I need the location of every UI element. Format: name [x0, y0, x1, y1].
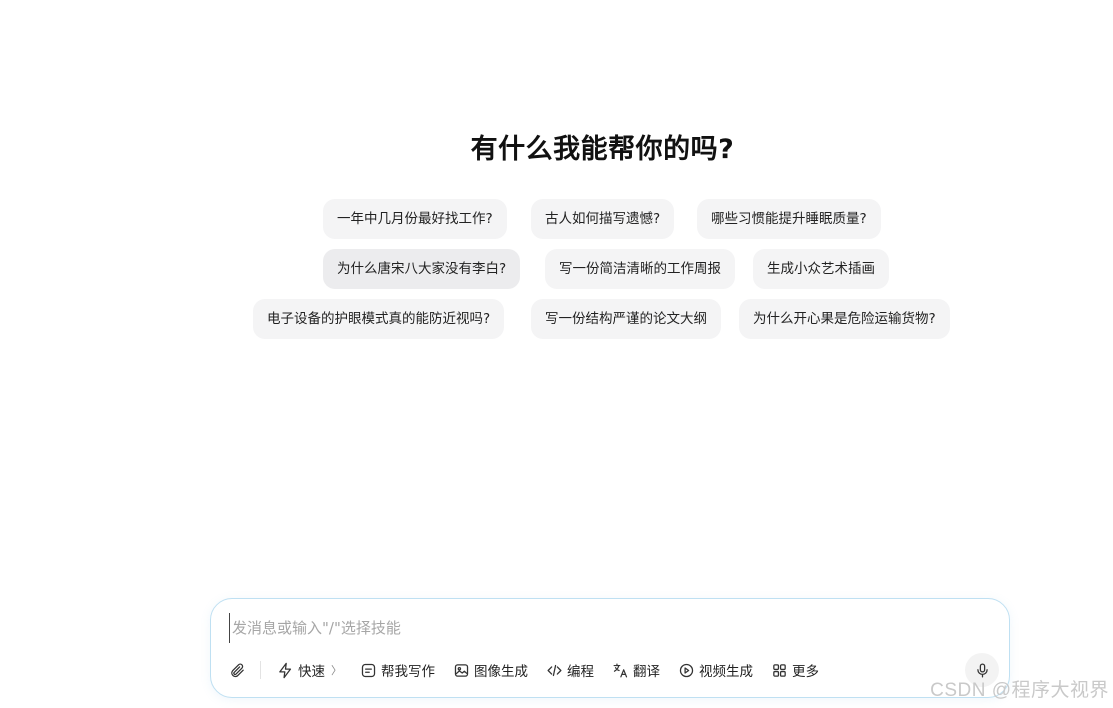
pen-box-icon: [361, 663, 376, 677]
video-generation-label: 视频生成: [699, 664, 753, 680]
writing-label: 帮我写作: [381, 664, 435, 680]
message-input[interactable]: [229, 613, 954, 643]
grid-icon: [773, 663, 786, 677]
more-label: 更多: [792, 664, 819, 680]
chevron-right-icon: 〉: [331, 664, 342, 677]
chat-home: 有什么我能帮你的吗? 一年中几月份最好找工作? 古人如何描写遗憾? 哪些习惯能提…: [0, 0, 1113, 708]
toolbar-divider: [260, 661, 261, 679]
watermark: CSDN @程序大视界: [930, 680, 1109, 701]
more-button[interactable]: 更多: [771, 660, 819, 680]
translate-icon: [613, 663, 628, 677]
lightning-icon: [279, 662, 292, 678]
suggestion-chip[interactable]: 写一份简洁清晰的工作周报: [545, 249, 735, 289]
suggestion-chip[interactable]: 哪些习惯能提升睡眠质量?: [697, 199, 881, 239]
code-icon: [547, 664, 562, 676]
message-composer: 快速 〉 帮我写作 图像生成: [210, 598, 1010, 698]
paperclip-icon: [231, 663, 244, 677]
image-generation-label: 图像生成: [474, 664, 528, 680]
play-icon: [679, 663, 694, 677]
suggestion-chip[interactable]: 电子设备的护眼模式真的能防近视吗?: [253, 299, 505, 339]
fast-mode-button[interactable]: 快速 〉: [277, 660, 342, 680]
attach-button[interactable]: [229, 662, 246, 679]
coding-label: 编程: [567, 664, 594, 680]
suggestion-chip[interactable]: 写一份结构严谨的论文大纲: [531, 299, 721, 339]
image-generation-button[interactable]: 图像生成: [453, 660, 528, 680]
translate-button[interactable]: 翻译: [612, 660, 660, 680]
suggestion-chip[interactable]: 为什么唐宋八大家没有李白?: [323, 249, 521, 289]
page-title: 有什么我能帮你的吗?: [470, 134, 735, 165]
suggestion-chip[interactable]: 一年中几月份最好找工作?: [323, 199, 507, 239]
coding-button[interactable]: 编程: [546, 660, 594, 680]
writing-button[interactable]: 帮我写作: [360, 660, 435, 680]
composer-toolbar: 快速 〉 帮我写作 图像生成 编程 翻译 视频生成 更多: [229, 655, 837, 685]
suggestion-chip[interactable]: 古人如何描写遗憾?: [531, 199, 675, 239]
video-generation-button[interactable]: 视频生成: [678, 660, 753, 680]
image-icon: [454, 663, 469, 677]
fast-mode-label: 快速: [298, 664, 325, 680]
translate-label: 翻译: [633, 664, 660, 680]
suggestion-chip[interactable]: 生成小众艺术插画: [753, 249, 889, 289]
suggestion-chip[interactable]: 为什么开心果是危险运输货物?: [739, 299, 950, 339]
